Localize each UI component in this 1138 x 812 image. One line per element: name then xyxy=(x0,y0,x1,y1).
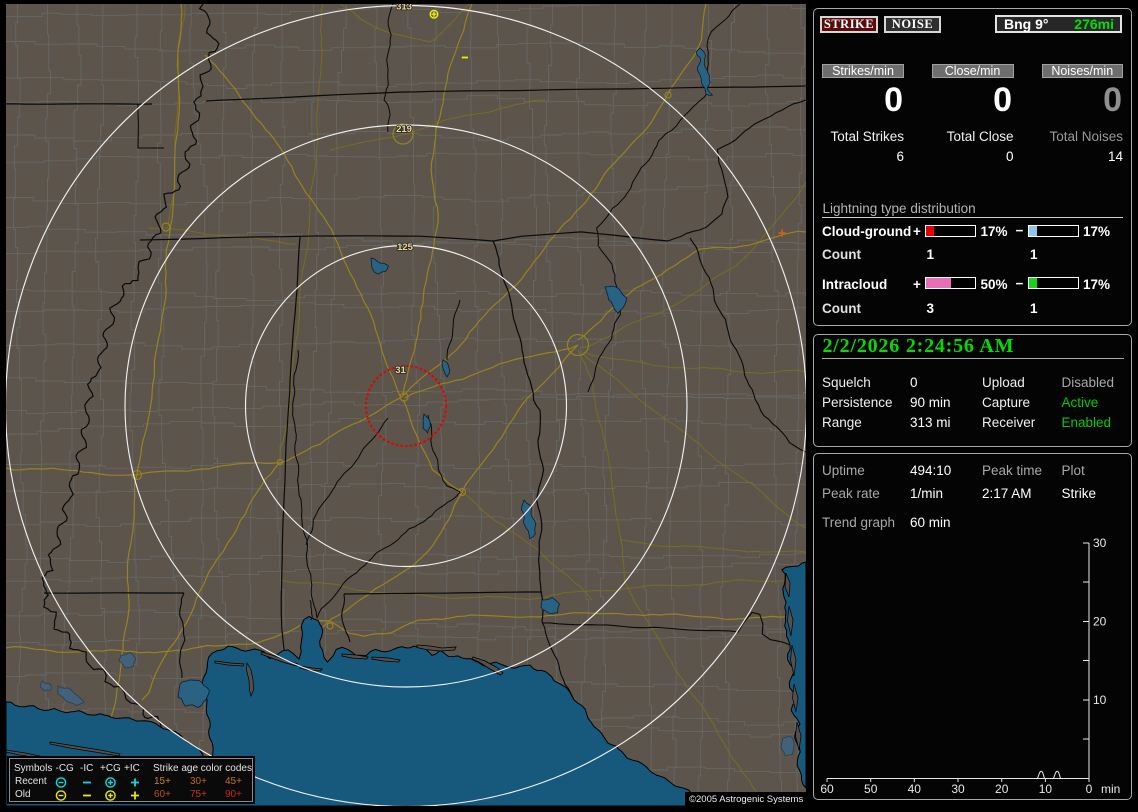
svg-text:10: 10 xyxy=(1093,693,1107,707)
svg-text:30: 30 xyxy=(951,782,965,796)
svg-text:40: 40 xyxy=(908,782,922,796)
svg-text:20: 20 xyxy=(1093,615,1107,629)
svg-text:0: 0 xyxy=(1086,782,1093,796)
svg-text:30: 30 xyxy=(1093,536,1107,550)
svg-text:125: 125 xyxy=(397,242,414,253)
svg-text:10: 10 xyxy=(1039,782,1053,796)
svg-text:min: min xyxy=(1101,782,1120,796)
svg-text:60: 60 xyxy=(820,782,834,796)
svg-text:31: 31 xyxy=(395,365,406,376)
svg-text:219: 219 xyxy=(396,124,412,135)
svg-text:313: 313 xyxy=(396,4,412,13)
svg-text:50: 50 xyxy=(864,782,878,796)
svg-text:20: 20 xyxy=(995,782,1009,796)
